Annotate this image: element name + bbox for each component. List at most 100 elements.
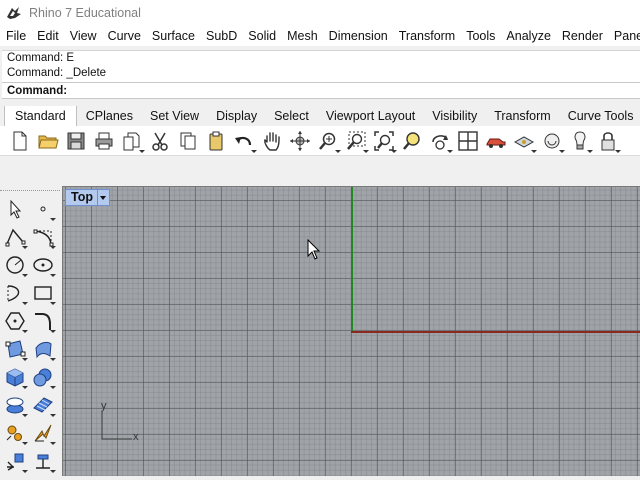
save-button[interactable] <box>62 127 90 155</box>
import-button[interactable] <box>118 127 146 155</box>
surface-from-points-icon <box>5 340 26 358</box>
command-history[interactable]: Command: E Command: _Delete <box>2 50 640 82</box>
menu-view[interactable]: View <box>64 26 102 46</box>
ellipse-button[interactable] <box>29 251 57 279</box>
zoom-button[interactable] <box>314 127 342 155</box>
object-properties-button[interactable] <box>538 127 566 155</box>
paste-button[interactable] <box>202 127 230 155</box>
tab-set-view[interactable]: Set View <box>141 106 207 126</box>
extrude-surface-icon <box>35 341 52 359</box>
zoom-selected-button[interactable] <box>398 127 426 155</box>
toolbar-strip <box>0 157 640 183</box>
open-button[interactable] <box>34 127 62 155</box>
circle-icon <box>6 256 24 274</box>
four-viewports-icon <box>458 130 478 151</box>
tab-standard[interactable]: Standard <box>4 106 77 126</box>
menu-subd[interactable]: SubD <box>200 26 242 46</box>
cylinder-button[interactable] <box>1 391 29 419</box>
new-file-button[interactable] <box>6 127 34 155</box>
y-axis-line <box>351 187 353 333</box>
x-axis-line <box>351 331 640 333</box>
viewport-title-tab[interactable]: Top <box>65 189 110 206</box>
rotate-camera-button[interactable] <box>426 127 454 155</box>
dimension-button[interactable] <box>29 447 57 475</box>
material-icon <box>513 135 535 148</box>
polygon-button[interactable] <box>1 307 29 335</box>
cut-button[interactable] <box>146 127 174 155</box>
menu-solid[interactable]: Solid <box>242 26 281 46</box>
menu-transform[interactable]: Transform <box>393 26 461 46</box>
tab-cplanes[interactable]: CPlanes <box>77 106 141 126</box>
menu-mesh[interactable]: Mesh <box>281 26 323 46</box>
print-button[interactable] <box>90 127 118 155</box>
light-bulb-icon <box>574 130 586 149</box>
import-icon <box>123 132 140 150</box>
tab-visibility[interactable]: Visibility <box>423 106 485 126</box>
dimension-icon <box>36 454 50 469</box>
zoom-extents-button[interactable] <box>370 127 398 155</box>
surface-from-points-button[interactable] <box>1 335 29 363</box>
select-button[interactable] <box>1 195 29 223</box>
fillet-curve-button[interactable] <box>29 307 57 335</box>
render-button[interactable] <box>482 127 510 155</box>
command-prompt-label: Command: <box>7 84 68 97</box>
menu-file[interactable]: File <box>0 26 31 46</box>
material-button[interactable] <box>510 127 538 155</box>
boolean-button[interactable] <box>1 447 29 475</box>
viewport-menu-arrow-icon[interactable] <box>96 190 109 205</box>
tab-transform[interactable]: Transform <box>485 106 559 126</box>
save-icon <box>67 132 85 149</box>
menu-render[interactable]: Render <box>556 26 608 46</box>
rhino-logo-icon <box>7 7 21 19</box>
copy-button[interactable] <box>174 127 202 155</box>
tab-select[interactable]: Select <box>265 106 317 126</box>
zoom-window-button[interactable] <box>342 127 370 155</box>
undo-icon <box>235 136 252 145</box>
new-file-icon <box>13 131 27 150</box>
transform-button[interactable] <box>1 419 29 447</box>
cut-icon <box>152 132 168 151</box>
command-input[interactable] <box>71 83 640 98</box>
menu-analyze[interactable]: Analyze <box>500 26 555 46</box>
polyline-button[interactable] <box>1 223 29 251</box>
menu-surface[interactable]: Surface <box>146 26 200 46</box>
explode-button[interactable] <box>29 419 57 447</box>
rotate-view-button[interactable] <box>286 127 314 155</box>
standard-toolbar <box>0 126 640 156</box>
undo-button[interactable] <box>230 127 258 155</box>
top-viewport[interactable]: Top y x <box>62 186 640 476</box>
mesh-plane-button[interactable] <box>29 391 57 419</box>
pan-button[interactable] <box>258 127 286 155</box>
explode-icon <box>34 424 52 442</box>
fillet-curve-icon <box>35 313 51 330</box>
zoom-window-icon <box>347 131 366 150</box>
menu-edit[interactable]: Edit <box>31 26 64 46</box>
menu-tools[interactable]: Tools <box>460 26 500 46</box>
object-properties-icon <box>544 133 560 148</box>
paste-icon <box>209 131 223 150</box>
world-axes-icon: y x <box>97 400 147 445</box>
control-point-curve-icon <box>33 229 54 247</box>
menu-dimension[interactable]: Dimension <box>323 26 393 46</box>
box-button[interactable] <box>1 363 29 391</box>
tab-curve-tools[interactable]: Curve Tools <box>559 106 640 126</box>
menu-curve[interactable]: Curve <box>102 26 146 46</box>
cylinder-icon <box>6 397 24 414</box>
zoom-selected-icon <box>403 131 420 150</box>
print-icon <box>95 132 113 149</box>
rectangle-button[interactable] <box>29 279 57 307</box>
point-button[interactable] <box>29 195 57 223</box>
tab-viewport-layout[interactable]: Viewport Layout <box>317 106 423 126</box>
mouse-cursor-icon <box>307 239 321 260</box>
arc-button[interactable] <box>1 279 29 307</box>
lights-button[interactable] <box>566 127 594 155</box>
lock-button[interactable] <box>594 127 622 155</box>
tab-display[interactable]: Display <box>207 106 265 126</box>
rectangle-icon <box>34 286 52 300</box>
control-point-curve-button[interactable] <box>29 223 57 251</box>
four-viewports-button[interactable] <box>454 127 482 155</box>
sphere-button[interactable] <box>29 363 57 391</box>
circle-button[interactable] <box>1 251 29 279</box>
extrude-surface-button[interactable] <box>29 335 57 363</box>
menu-panels[interactable]: Panels <box>608 26 640 46</box>
